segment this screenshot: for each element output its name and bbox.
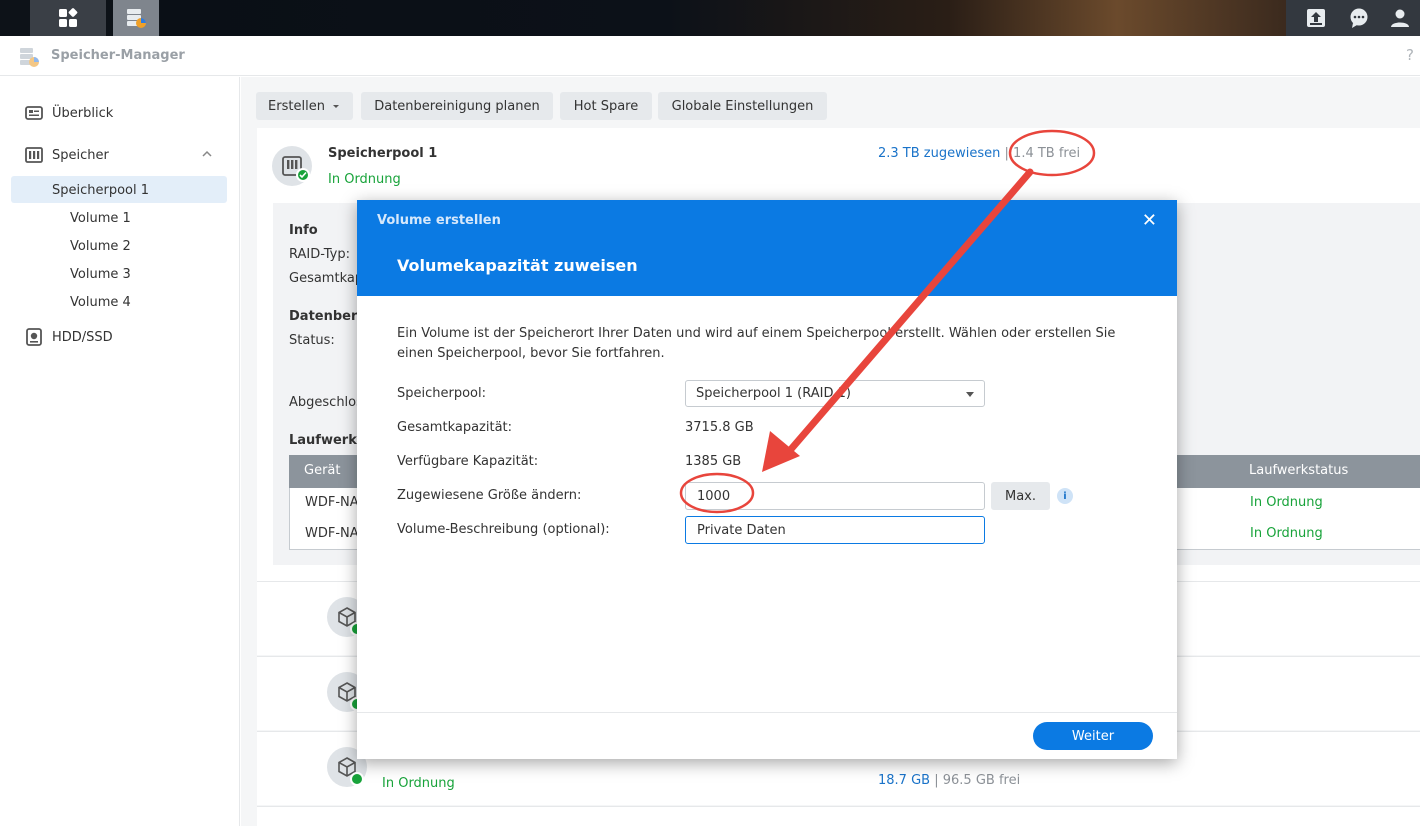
ok-check-icon	[296, 168, 310, 182]
completed-label: Abgeschlos	[289, 395, 363, 410]
pool-allocated: 2.3 TB zugewiesen	[878, 146, 1001, 161]
create-volume-dialog: Volume erstellen ✕ Volumekapazität zuwei…	[357, 200, 1177, 759]
desktop-wallpaper	[160, 0, 1286, 36]
volume-capacity: 18.7 GB | 96.5 GB frei	[878, 773, 1020, 788]
max-button[interactable]: Max.	[991, 482, 1050, 510]
sidebar-item-label: Volume 4	[70, 294, 131, 310]
total-capacity-label: Gesamtkap	[289, 271, 364, 286]
pool-select-value: Speicherpool 1 (RAID 1)	[696, 386, 851, 401]
help-button[interactable]: ?	[1406, 46, 1414, 64]
app-logo-icon	[20, 48, 39, 67]
available-capacity-label: Verfügbare Kapazität:	[397, 454, 539, 469]
col-drive-status: Laufwerkstatus	[1249, 463, 1349, 478]
grid-icon	[59, 8, 78, 27]
pool-free: 1.4 TB frei	[1013, 146, 1081, 161]
close-icon[interactable]: ✕	[1142, 210, 1157, 231]
available-capacity-value: 1385 GB	[685, 454, 742, 469]
volume-row[interactable]	[257, 806, 1420, 826]
pool-field-label: Speicherpool:	[397, 386, 486, 401]
sidebar-item-label: Volume 1	[70, 210, 131, 226]
dialog-header: Volume erstellen ✕ Volumekapazität zuwei…	[357, 200, 1177, 296]
sidebar-item-label: Überblick	[52, 105, 114, 121]
raid-type-label: RAID-Typ:	[289, 247, 350, 262]
scrub-heading: Datenber	[289, 309, 358, 324]
info-heading: Info	[289, 223, 318, 238]
info-icon[interactable]: i	[1057, 488, 1073, 504]
drive-status: In Ordnung	[1250, 495, 1323, 510]
volume-used: 18.7 GB	[878, 773, 931, 788]
volume-free: 96.5 GB frei	[942, 773, 1021, 788]
create-label: Erstellen	[268, 98, 325, 114]
sidebar-item-label: Volume 2	[70, 238, 131, 254]
sidebar-item-label: Volume 3	[70, 266, 131, 282]
sidebar-item-volume-2[interactable]: Volume 2	[0, 233, 240, 259]
dialog-title: Volumekapazität zuweisen	[397, 256, 638, 275]
taskbar-tray	[1286, 0, 1420, 36]
upload-icon[interactable]	[1304, 6, 1328, 30]
total-capacity-label: Gesamtkapazität:	[397, 420, 513, 435]
sidebar: Überblick Speicher Speicherpool 1 Volume…	[0, 77, 240, 826]
dialog-description: Ein Volume ist der Speicherort Ihrer Dat…	[397, 326, 1116, 361]
chat-icon[interactable]	[1347, 6, 1371, 30]
storage-icon	[25, 147, 43, 163]
chevron-up-icon[interactable]	[201, 148, 213, 160]
dialog-subtitle: Volume erstellen	[377, 213, 501, 228]
col-device: Gerät	[304, 463, 341, 478]
pool-capacity: 2.3 TB zugewiesen | 1.4 TB frei	[878, 146, 1080, 161]
sidebar-item-storage-pool-1[interactable]: Speicherpool 1	[0, 177, 240, 203]
pool-status: In Ordnung	[328, 172, 401, 187]
app-title: Speicher-Manager	[51, 48, 185, 63]
pool-name: Speicherpool 1	[328, 146, 438, 161]
taskbar	[0, 0, 1420, 36]
storage-manager-icon	[127, 9, 146, 28]
volume-description-input[interactable]	[685, 516, 985, 544]
sidebar-item-overview[interactable]: Überblick	[0, 100, 240, 126]
dialog-footer-divider	[357, 712, 1177, 713]
schedule-scrubbing-button[interactable]: Datenbereinigung planen	[361, 92, 553, 120]
main-menu-button[interactable]	[30, 0, 106, 36]
create-dropdown-button[interactable]: Erstellen	[256, 92, 353, 120]
drive-status: In Ordnung	[1250, 526, 1323, 541]
separator: |	[1004, 146, 1009, 161]
sidebar-item-volume-1[interactable]: Volume 1	[0, 205, 240, 231]
drive-device: WDF-NA	[305, 495, 359, 510]
sidebar-item-label: Speicher	[52, 147, 109, 163]
sidebar-item-volume-3[interactable]: Volume 3	[0, 261, 240, 287]
user-icon[interactable]	[1388, 6, 1412, 30]
caret-down-icon	[966, 392, 974, 397]
sidebar-item-volume-4[interactable]: Volume 4	[0, 289, 240, 315]
separator: |	[934, 773, 939, 788]
description-field-label: Volume-Beschreibung (optional):	[397, 522, 610, 537]
hot-spare-button[interactable]: Hot Spare	[560, 92, 652, 120]
overview-icon	[25, 106, 43, 120]
sidebar-item-storage[interactable]: Speicher	[0, 142, 240, 168]
sidebar-item-label: Speicherpool 1	[52, 182, 150, 198]
sidebar-item-hdd-ssd[interactable]: HDD/SSD	[0, 324, 240, 350]
size-field-label: Zugewiesene Größe ändern:	[397, 488, 582, 503]
app-header: Speicher-Manager ?	[0, 36, 1420, 76]
scrub-status-label: Status:	[289, 333, 335, 348]
volume-status: In Ordnung	[382, 776, 455, 791]
allocated-size-input[interactable]	[685, 482, 985, 510]
drives-heading: Laufwerk	[289, 433, 357, 448]
global-settings-button[interactable]: Globale Einstellungen	[658, 92, 827, 120]
storage-manager-taskbar-button[interactable]	[113, 0, 159, 36]
total-capacity-value: 3715.8 GB	[685, 420, 754, 435]
hdd-icon	[26, 328, 42, 346]
caret-down-icon	[332, 105, 339, 108]
sidebar-item-label: HDD/SSD	[52, 329, 113, 345]
next-button[interactable]: Weiter	[1033, 722, 1153, 750]
ok-check-icon	[350, 772, 364, 786]
drive-device: WDF-NA	[305, 526, 359, 541]
storage-pool-select[interactable]: Speicherpool 1 (RAID 1)	[685, 380, 985, 407]
